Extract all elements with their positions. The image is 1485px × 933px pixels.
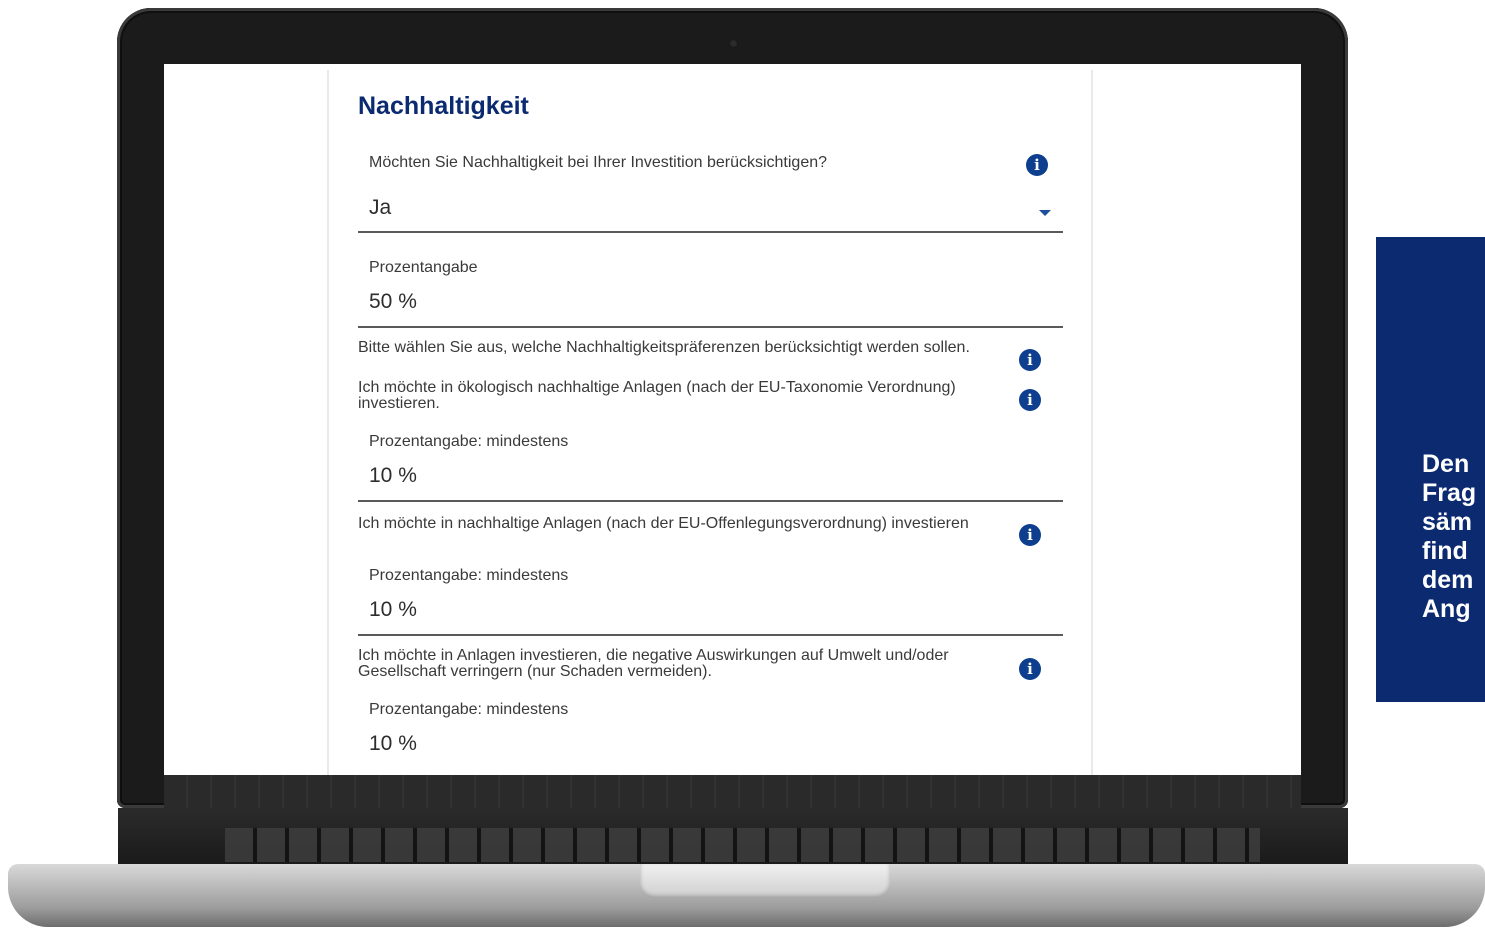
keyboard-reflection xyxy=(164,775,1301,808)
q1-percent-label: Prozentangabe xyxy=(369,259,478,276)
info-icon[interactable]: i xyxy=(1019,524,1041,546)
chevron-down-icon[interactable] xyxy=(1039,210,1051,216)
q2-percent-underline xyxy=(358,500,1063,502)
q1-percent-input[interactable]: 50 % xyxy=(369,290,417,314)
keyboard xyxy=(225,828,1260,862)
info-callout: Den Frag säm find dem Ang xyxy=(1376,237,1485,702)
laptop-base xyxy=(0,808,1485,933)
camera-icon xyxy=(729,39,738,48)
q4-percent-label: Prozentangabe: mindestens xyxy=(369,701,569,718)
q4-percent-input[interactable]: 10 % xyxy=(369,732,417,756)
info-icon[interactable]: i xyxy=(1019,349,1041,371)
q2-label: Bitte wählen Sie aus, welche Nachhaltigk… xyxy=(358,339,970,356)
q2-percent-input[interactable]: 10 % xyxy=(369,464,417,488)
q3-percent-input[interactable]: 10 % xyxy=(369,598,417,622)
q2-percent-label: Prozentangabe: mindestens xyxy=(369,433,569,450)
trackpad-notch xyxy=(640,864,890,898)
q3-label: Ich möchte in nachhaltige Anlagen (nach … xyxy=(358,515,969,532)
sustainability-form: Nachhaltigkeit Möchten Sie Nachhaltigkei… xyxy=(327,70,1093,775)
q1-label: Möchten Sie Nachhaltigkeit bei Ihrer Inv… xyxy=(369,154,828,171)
q1-select-underline xyxy=(358,231,1063,233)
info-icon[interactable]: i xyxy=(1026,154,1048,176)
laptop-screen: Nachhaltigkeit Möchten Sie Nachhaltigkei… xyxy=(164,64,1301,775)
q2-option-label: Ich möchte in ökologisch nachhaltige Anl… xyxy=(358,379,956,412)
q4-label: Ich möchte in Anlagen investieren, die n… xyxy=(358,647,949,680)
callout-text: Den Frag säm find dem Ang xyxy=(1422,450,1477,623)
q1-select-value[interactable]: Ja xyxy=(369,196,391,220)
section-title: Nachhaltigkeit xyxy=(358,92,529,120)
info-icon[interactable]: i xyxy=(1019,389,1041,411)
q3-percent-underline xyxy=(358,634,1063,636)
q1-percent-underline xyxy=(358,326,1063,328)
q3-percent-label: Prozentangabe: mindestens xyxy=(369,567,569,584)
info-icon[interactable]: i xyxy=(1019,658,1041,680)
